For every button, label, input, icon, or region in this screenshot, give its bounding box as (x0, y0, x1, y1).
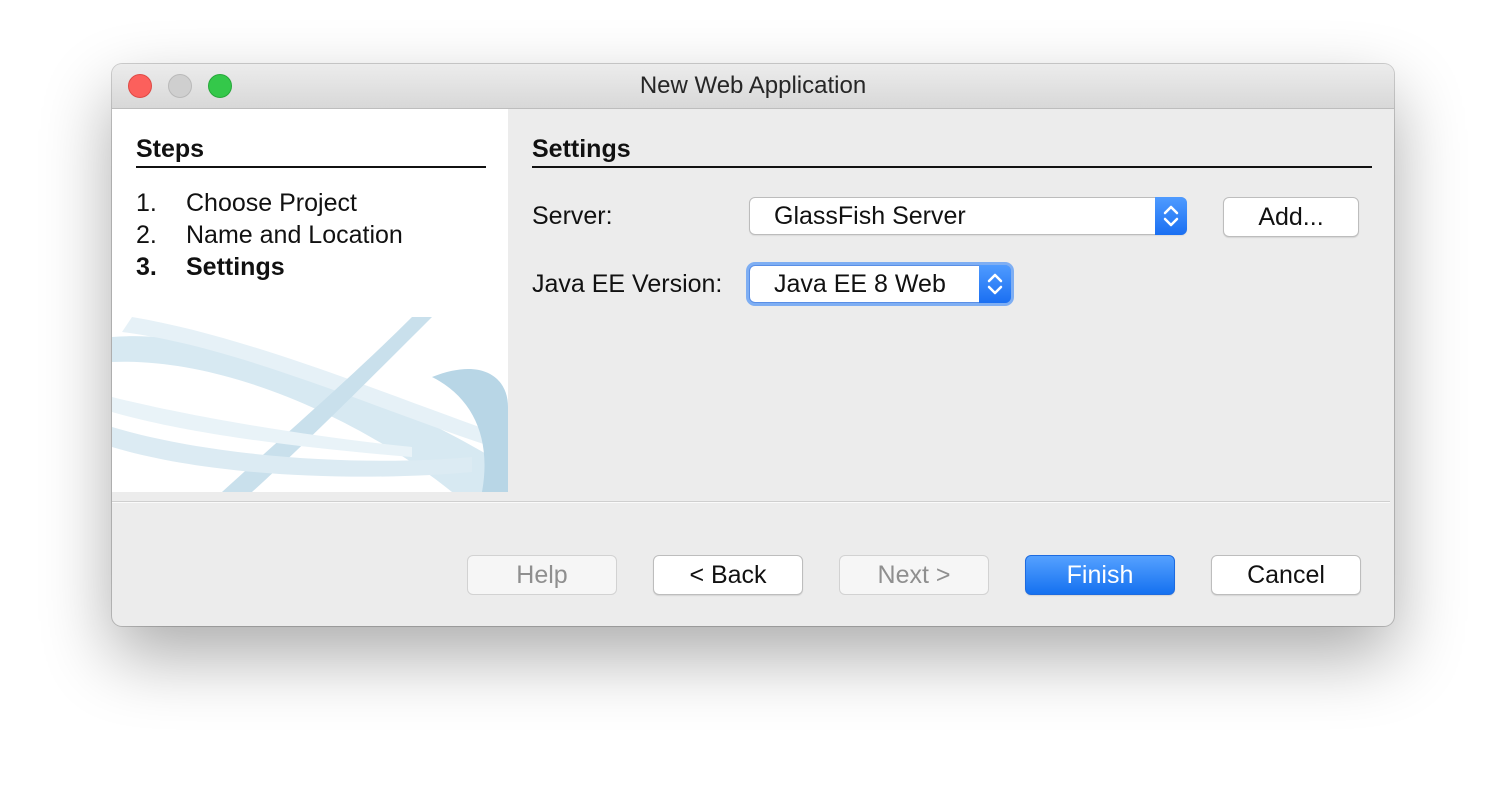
step-choose-project: 1. Choose Project (136, 189, 357, 218)
add-server-button[interactable]: Add... (1223, 197, 1359, 237)
server-label: Server: (532, 202, 613, 230)
dialog-window: New Web Application Steps 1. Choose Proje… (112, 64, 1394, 626)
step-label: Settings (186, 253, 285, 281)
step-name-and-location: 2. Name and Location (136, 221, 403, 250)
javaee-version-label: Java EE Version: (532, 270, 723, 298)
step-number: 2. (136, 221, 157, 249)
steps-heading: Steps (136, 135, 486, 168)
decorative-swirl-graphic (112, 317, 508, 492)
button-area-separator (112, 501, 1390, 503)
server-select-value: GlassFish Server (774, 202, 966, 230)
step-number: 1. (136, 189, 157, 217)
title-bar[interactable]: New Web Application (112, 64, 1394, 109)
finish-button[interactable]: Finish (1025, 555, 1175, 595)
next-button[interactable]: Next > (839, 555, 989, 595)
help-button[interactable]: Help (467, 555, 617, 595)
window-title: New Web Application (639, 72, 867, 99)
javaee-version-select[interactable]: Java EE 8 Web (749, 265, 1011, 303)
step-label: Choose Project (186, 189, 357, 217)
javaee-version-select-value: Java EE 8 Web (774, 270, 946, 298)
step-label: Name and Location (186, 221, 403, 249)
settings-heading: Settings (532, 135, 1372, 168)
up-down-chevron-icon (979, 265, 1011, 303)
cancel-button[interactable]: Cancel (1211, 555, 1361, 595)
step-settings-current: 3. Settings (136, 253, 285, 282)
back-button[interactable]: < Back (653, 555, 803, 595)
steps-panel: Steps 1. Choose Project 2. Name and Locati… (112, 109, 508, 492)
up-down-chevron-icon (1155, 197, 1187, 235)
server-select[interactable]: GlassFish Server (749, 197, 1187, 235)
step-number: 3. (136, 253, 157, 281)
